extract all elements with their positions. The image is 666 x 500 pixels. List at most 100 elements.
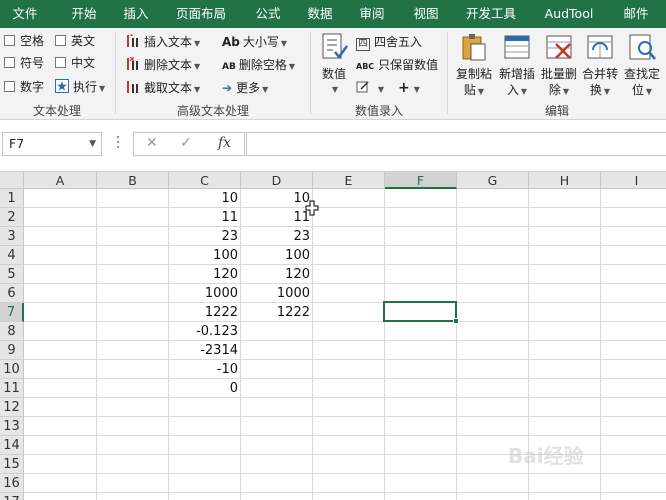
cell-d1[interactable]: 10 — [241, 189, 313, 208]
row-header-10[interactable]: 10 — [0, 360, 24, 379]
cut-text-button[interactable]: 截取文本 ▼ — [126, 78, 200, 98]
cell-d5[interactable]: 120 — [241, 265, 313, 284]
cell-d4[interactable]: 100 — [241, 246, 313, 265]
batch-copy-button[interactable]: 复制粘 贴 ▼ — [452, 32, 496, 100]
cell-c6[interactable]: 1000 — [169, 284, 241, 303]
value-button[interactable]: 数值 ▼ — [316, 32, 352, 98]
tab-home[interactable]: 开始 — [56, 0, 112, 28]
delete-space-label: 删除空格 — [238, 58, 287, 72]
checkbox-box[interactable] — [4, 35, 15, 46]
row-header-5[interactable]: 5 — [0, 265, 24, 284]
row-header-15[interactable]: 15 — [0, 455, 24, 474]
batch-delete-button[interactable]: 批量删 除 ▼ — [538, 32, 580, 100]
cell-d6[interactable]: 1000 — [241, 284, 313, 303]
formula-input[interactable] — [246, 132, 666, 156]
checkbox-chinese[interactable]: 中文 — [55, 54, 95, 72]
tab-review[interactable]: 审阅 — [350, 0, 394, 28]
cell-c11[interactable]: 0 — [169, 379, 241, 398]
row-header-9[interactable]: 9 — [0, 341, 24, 360]
column-header-g[interactable]: G — [457, 172, 529, 189]
row-header-8[interactable]: 8 — [0, 322, 24, 341]
tab-insert[interactable]: 插入 — [114, 0, 158, 28]
row-header-14[interactable]: 14 — [0, 436, 24, 455]
add-dropdown-button[interactable]: + ▼ — [398, 78, 420, 98]
row-header-1[interactable]: 1 — [0, 189, 24, 208]
column-header-h[interactable]: H — [529, 172, 601, 189]
name-box[interactable]: F7 ▼ — [2, 132, 102, 156]
add-insert-button[interactable]: 新增插 入 ▼ — [496, 32, 538, 100]
select-all-corner[interactable] — [0, 172, 24, 189]
cell-d3[interactable]: 23 — [241, 227, 313, 246]
fill-handle[interactable] — [453, 318, 459, 324]
cell-d2[interactable]: 11 — [241, 208, 313, 227]
cell-c4[interactable]: 100 — [169, 246, 241, 265]
chevron-down-icon[interactable]: ▼ — [89, 133, 96, 155]
grid-line — [24, 359, 666, 360]
find-locate-button[interactable]: 查找定 位 ▼ — [620, 32, 664, 100]
row-header-17[interactable]: 17 — [0, 493, 24, 500]
checkbox-symbol[interactable]: 符号 — [4, 54, 44, 72]
column-header-c[interactable]: C — [169, 172, 241, 189]
batch-delete-label-2: 除 — [548, 83, 561, 97]
tab-developer[interactable]: 开发工具 — [456, 0, 526, 28]
round-button[interactable]: 四四舍五入 — [356, 32, 422, 52]
row-header-12[interactable]: 12 — [0, 398, 24, 417]
delete-text-button[interactable]: 删除文本 ▼ — [126, 55, 200, 75]
row-header-7[interactable]: 7 — [0, 303, 24, 322]
grid-line — [24, 283, 666, 284]
cell-c7[interactable]: 1222 — [169, 303, 241, 322]
group-label-text-processing: 文本处理 — [32, 104, 81, 118]
row-header-4[interactable]: 4 — [0, 246, 24, 265]
group-label-edit: 编辑 — [544, 104, 569, 118]
tab-formulas[interactable]: 公式 — [246, 0, 290, 28]
edit-dropdown-button[interactable]: ▼ — [356, 78, 384, 98]
tab-file[interactable]: 文件 — [0, 0, 50, 28]
row-header-3[interactable]: 3 — [0, 227, 24, 246]
cancel-icon[interactable]: ✕ — [146, 135, 158, 151]
tab-data[interactable]: 数据 — [298, 0, 342, 28]
tab-mail[interactable]: 邮件 — [614, 0, 658, 28]
drag-handle[interactable] — [117, 136, 120, 152]
row-header-16[interactable]: 16 — [0, 474, 24, 493]
checkbox-space[interactable]: 空格 — [4, 32, 44, 50]
tab-audtool[interactable]: AudTool — [536, 0, 602, 28]
case-button[interactable]: Ab 大小写 ▼ — [222, 32, 287, 52]
cell-d7[interactable]: 1222 — [241, 303, 313, 322]
column-header-d[interactable]: D — [241, 172, 313, 189]
checkbox-box[interactable] — [4, 81, 15, 92]
cell-c1[interactable]: 10 — [169, 189, 241, 208]
grid-line — [24, 207, 666, 208]
row-header-2[interactable]: 2 — [0, 208, 24, 227]
confirm-icon[interactable]: ✓ — [180, 135, 192, 151]
checkbox-box[interactable] — [55, 35, 66, 46]
cell-c8[interactable]: -0.123 — [169, 322, 241, 341]
cell-c5[interactable]: 120 — [169, 265, 241, 284]
insert-text-button[interactable]: 插入文本 ▼ — [126, 32, 200, 52]
tab-page-layout[interactable]: 页面布局 — [168, 0, 234, 28]
checkbox-number[interactable]: 数字 — [4, 78, 44, 96]
column-header-b[interactable]: B — [97, 172, 169, 189]
execute-button[interactable]: 执行 ▼ — [55, 77, 105, 97]
row-header-13[interactable]: 13 — [0, 417, 24, 436]
column-header-f[interactable]: F — [385, 172, 457, 189]
checkbox-box[interactable] — [4, 57, 15, 68]
merge-convert-button[interactable]: 合并转 换 ▼ — [580, 32, 620, 100]
cell-c10[interactable]: -10 — [169, 360, 241, 379]
keep-numbers-button[interactable]: ABC 只保留数值 — [356, 55, 438, 75]
column-header-e[interactable]: E — [313, 172, 385, 189]
more-button[interactable]: ➔ 更多 ▼ — [222, 78, 268, 98]
column-header-i[interactable]: I — [601, 172, 666, 189]
cell-c3[interactable]: 23 — [169, 227, 241, 246]
cell-c2[interactable]: 11 — [169, 208, 241, 227]
column-header-a[interactable]: A — [24, 172, 97, 189]
row-header-11[interactable]: 11 — [0, 379, 24, 398]
ribbon: 空格 英文 符号 中文 数字 执行 ▼ 文本处理 插入文本 ▼ 删除文本 ▼ 截取文本… — [0, 28, 666, 120]
checkbox-box[interactable] — [55, 57, 66, 68]
insert-function-icon[interactable]: fx — [218, 135, 231, 151]
delete-space-button[interactable]: AB 删除空格 ▼ — [222, 55, 295, 75]
cell-c9[interactable]: -2314 — [169, 341, 241, 360]
tab-view[interactable]: 视图 — [404, 0, 448, 28]
row-header-6[interactable]: 6 — [0, 284, 24, 303]
chevron-down-icon: ▼ — [194, 62, 201, 71]
checkbox-english[interactable]: 英文 — [55, 32, 95, 50]
